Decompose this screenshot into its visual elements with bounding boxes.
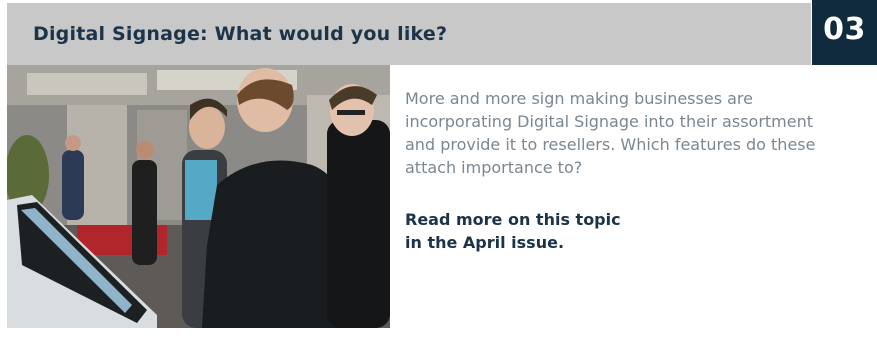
read-more-line-2: in the April issue. xyxy=(405,233,565,252)
read-more-note: Read more on this topic in the April iss… xyxy=(405,208,705,254)
read-more-line-1: Read more on this topic xyxy=(405,210,621,229)
article-title: Digital Signage: What would you like? xyxy=(33,23,448,45)
issue-number-badge: 03 xyxy=(812,0,877,65)
article-body: More and more sign making businesses are… xyxy=(405,89,816,177)
header-bar: Digital Signage: What would you like? xyxy=(7,3,811,65)
article-photo xyxy=(7,65,390,328)
issue-number: 03 xyxy=(823,12,866,47)
